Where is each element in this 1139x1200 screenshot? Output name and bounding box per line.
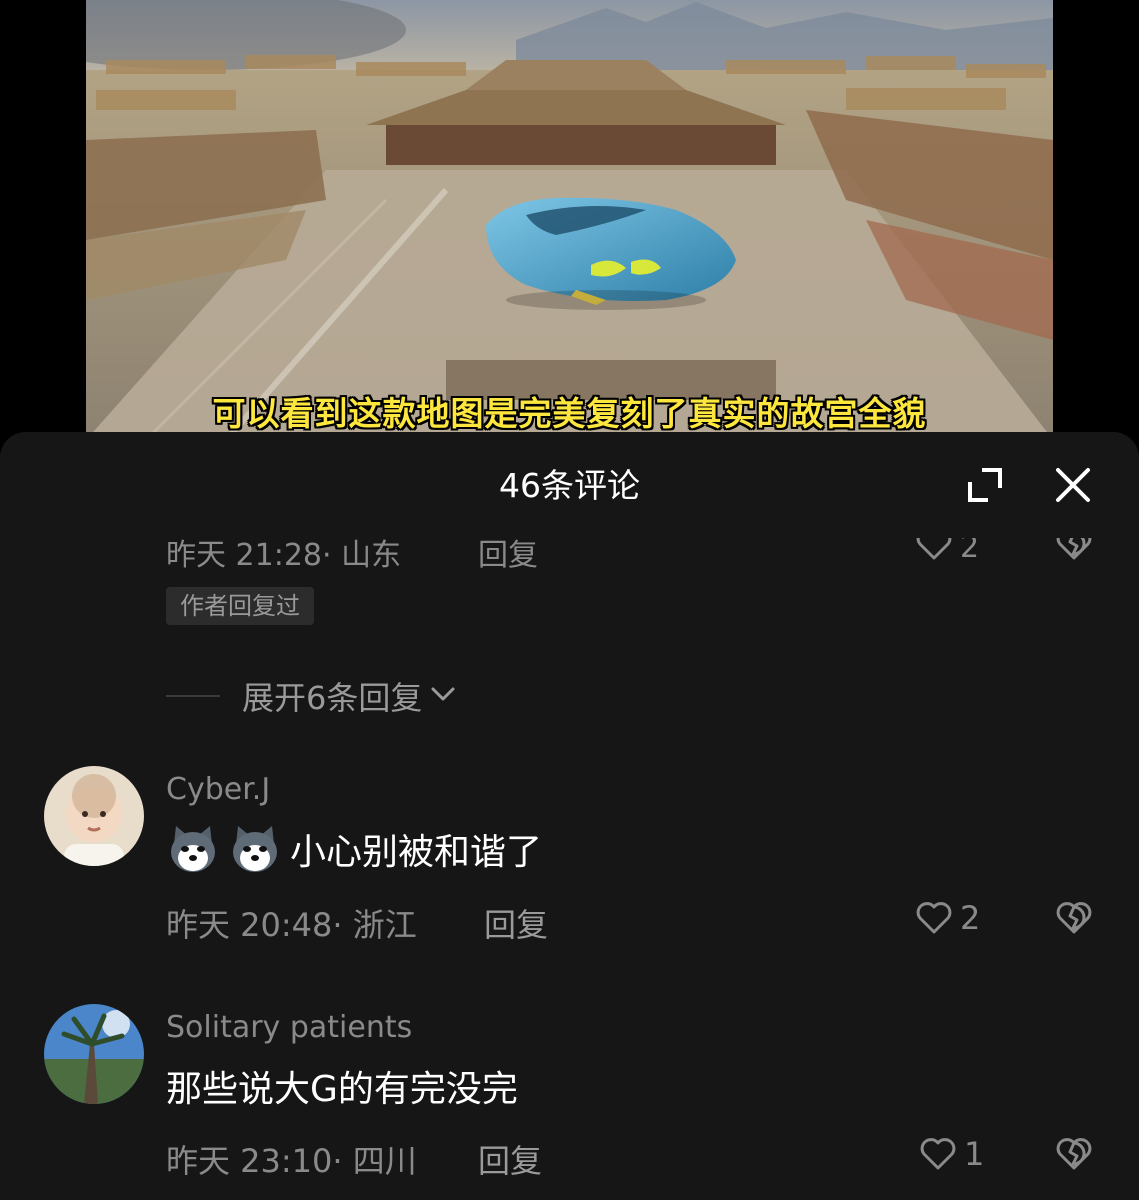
expand-replies-button[interactable]: 展开6条回复: [166, 672, 458, 720]
video-player[interactable]: 可以看到这款地图是完美复刻了真实的故宫全貌: [86, 0, 1053, 440]
heart-icon: [916, 902, 952, 934]
dog-emoji-icon: [233, 826, 277, 872]
expand-icon[interactable]: [960, 460, 1010, 510]
comment-sheet-header: 46条评论: [0, 432, 1139, 538]
close-icon[interactable]: [1048, 460, 1098, 510]
comment-username[interactable]: Cyber.J: [166, 772, 270, 807]
comment-meta: 昨天 20:48· 浙江: [166, 906, 417, 944]
comment-text-body: 那些说大G的有完没完: [166, 1069, 518, 1110]
author-replied-tag: 作者回复过: [166, 587, 314, 625]
comment-username[interactable]: Solitary patients: [166, 1010, 412, 1045]
chevron-down-icon: [428, 679, 458, 713]
comment-item: Solitary patients 那些说大G的有完没完 昨天 23:10· 四…: [0, 1000, 1139, 1200]
heart-icon: [920, 1138, 956, 1170]
comment-text: 那些说大G的有完没完: [166, 1060, 518, 1112]
divider-line: [166, 695, 220, 697]
comment-text: 小心别被和谐了: [166, 822, 542, 876]
broken-heart-icon[interactable]: [1054, 898, 1094, 942]
avatar[interactable]: [44, 766, 144, 866]
avatar[interactable]: [44, 1004, 144, 1104]
dog-emoji-icon: [171, 826, 215, 872]
like-button[interactable]: 1: [918, 1134, 984, 1174]
reply-button[interactable]: 回复: [478, 1136, 542, 1182]
reply-button[interactable]: 回复: [484, 900, 548, 946]
comment-sheet: 46条评论 昨天 21:28· 山东 回复 2 作者回复过 展开6条回复 Cyb…: [0, 432, 1139, 1200]
like-button[interactable]: 2: [914, 898, 980, 938]
broken-heart-icon[interactable]: [1054, 1134, 1094, 1178]
video-frame: [86, 0, 1053, 440]
like-count: 1: [964, 1135, 985, 1173]
expand-replies-label: 展开6条回复: [242, 679, 423, 717]
comment-item: Cyber.J 小心别被和谐了 昨天 20:48· 浙江 回复 2: [0, 762, 1139, 962]
comment-meta: 昨天 23:10· 四川: [166, 1142, 417, 1180]
video-subtitle: 可以看到这款地图是完美复刻了真实的故宫全貌: [212, 394, 927, 433]
like-count: 2: [960, 899, 981, 937]
comment-text-body: 小心别被和谐了: [290, 832, 543, 873]
